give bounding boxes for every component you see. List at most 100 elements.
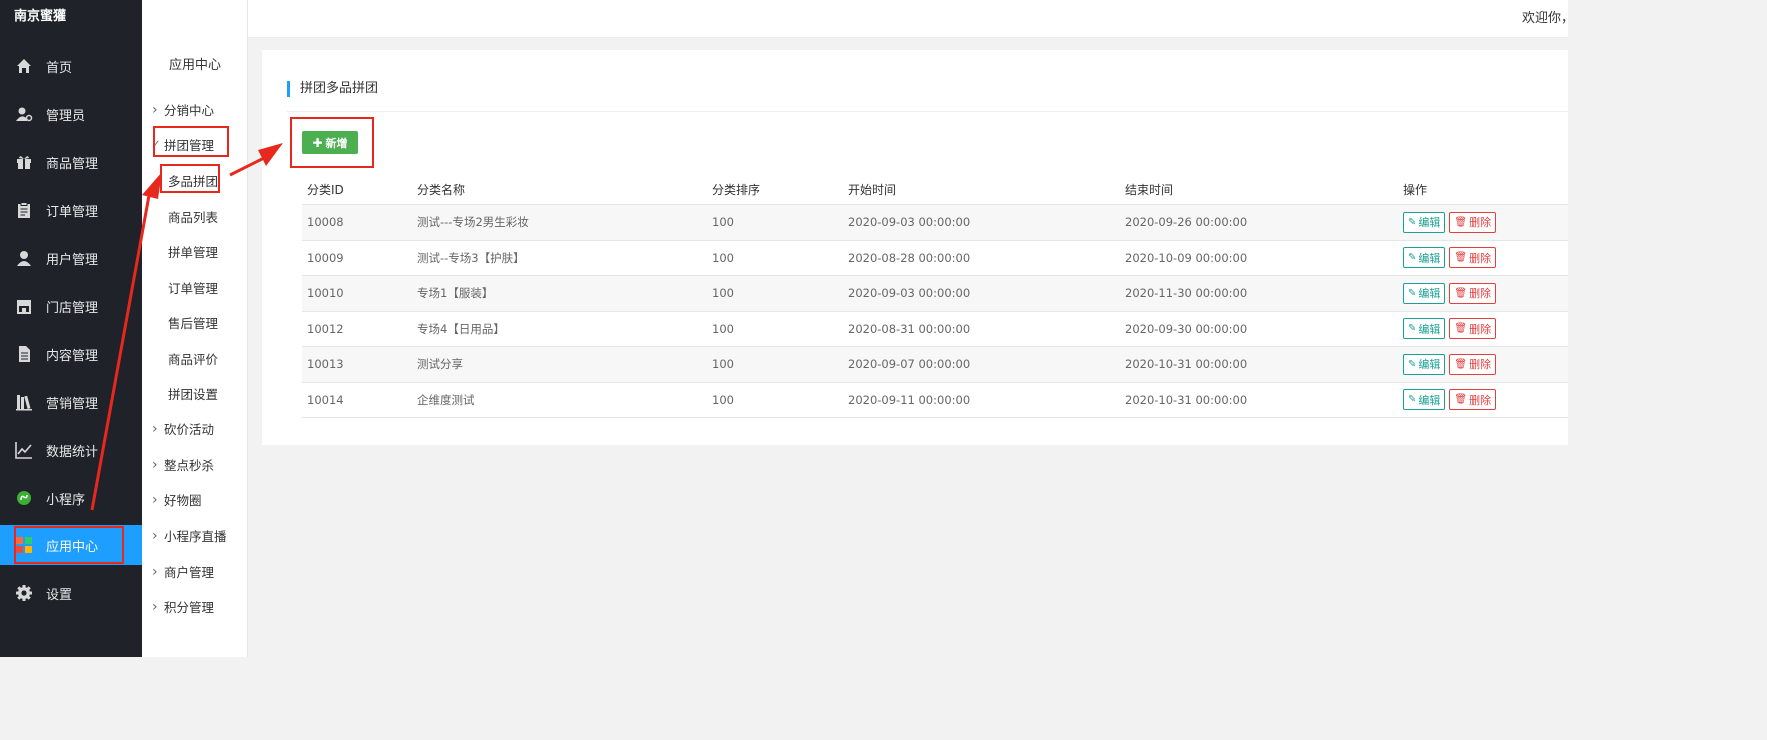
cell-actions: ✎ 编辑 🗑 删除: [1403, 383, 1500, 418]
cell-id: 10014: [307, 392, 344, 407]
title-divider: [287, 111, 1568, 112]
sidebar-item-3[interactable]: 订单管理: [0, 190, 142, 230]
sidebar-item-2[interactable]: 商品管理: [0, 142, 142, 182]
column-header-id: 分类ID: [307, 182, 344, 197]
delete-button-label: 删除: [1469, 251, 1492, 265]
cell-id: 10012: [307, 321, 344, 336]
table-row: 10014 企维度测试 100 2020-09-11 00:00:00 2020-10-…: [302, 383, 1568, 418]
trash-icon: 🗑: [1454, 394, 1468, 406]
submenu-group-3[interactable]: › 整点秒杀: [152, 455, 214, 474]
edit-button[interactable]: ✎ 编辑: [1403, 389, 1446, 411]
submenu-group-2[interactable]: › 砍价活动: [152, 419, 214, 438]
document-icon: [15, 345, 33, 363]
submenu-group-0[interactable]: › 分销中心: [152, 100, 214, 119]
submenu-item-0[interactable]: 多品拼团: [168, 171, 218, 190]
submenu-group-4[interactable]: › 好物圈: [152, 490, 202, 509]
submenu-group-5[interactable]: › 小程序直播: [152, 526, 227, 545]
pencil-icon: ✎: [1408, 216, 1417, 228]
gear-icon: [15, 584, 33, 602]
cell-name: 测试--专场3【护肤】: [417, 250, 525, 265]
cell-name: 专场4【日用品】: [417, 321, 505, 336]
delete-button-label: 删除: [1469, 287, 1492, 301]
pencil-icon: ✎: [1408, 358, 1417, 370]
cell-name: 测试---专场2男生彩妆: [417, 215, 529, 230]
sidebar-item-label: 管理员: [46, 108, 86, 124]
sidebar-item-9[interactable]: 小程序: [0, 478, 142, 518]
sidebar-item-0[interactable]: 首页: [0, 46, 142, 86]
table-body: 10008 测试---专场2男生彩妆 100 2020-09-03 00:00:00 2…: [302, 205, 1568, 418]
edit-button[interactable]: ✎ 编辑: [1403, 282, 1446, 304]
delete-button[interactable]: 🗑 删除: [1449, 247, 1497, 269]
main-sidebar: 南京蜜獾 首页 管理员 商品管理 订单管理 用户管理 门店管理 内容管理 营销管理 数据统计 小程…: [0, 0, 142, 657]
chevron-right-icon: ›: [152, 598, 158, 615]
trash-icon: 🗑: [1454, 252, 1468, 264]
cell-sort: 100: [712, 392, 734, 407]
cell-end-time: 2020-09-30 00:00:00: [1125, 321, 1248, 336]
column-header-name: 分类名称: [417, 182, 466, 197]
content-card: 拼团多品拼团 ✚ 新增 分类ID 分类名称 分类排序 开始时间 结束时间 操作 …: [262, 50, 1568, 445]
delete-button[interactable]: 🗑 删除: [1449, 389, 1497, 411]
app-center-submenu: 应用中心 › 分销中心 ✓ 拼团管理 › 砍价活动 › 整点秒杀 › 好物圈 › 小程序直播 › 商户管理…: [142, 0, 248, 657]
sidebar-item-label: 设置: [46, 587, 73, 603]
user-icon: [15, 249, 33, 267]
app-root: 南京蜜獾 首页 管理员 商品管理 订单管理 用户管理 门店管理 内容管理 营销管理 数据统计 小程…: [0, 0, 1574, 657]
submenu-group-label: 分销中心: [164, 103, 215, 118]
pencil-icon: ✎: [1408, 287, 1417, 299]
cell-end-time: 2020-10-09 00:00:00: [1125, 250, 1248, 265]
sidebar-item-8[interactable]: 数据统计: [0, 430, 142, 470]
sidebar-item-label: 订单管理: [46, 204, 99, 220]
submenu-group-6[interactable]: › 商户管理: [152, 562, 214, 581]
submenu-item-6[interactable]: 拼团设置: [168, 384, 218, 403]
sidebar-item-6[interactable]: 内容管理: [0, 334, 142, 374]
delete-button[interactable]: 🗑 删除: [1449, 282, 1497, 304]
edit-button[interactable]: ✎ 编辑: [1403, 353, 1446, 375]
cell-start-time: 2020-08-31 00:00:00: [848, 321, 971, 336]
submenu-group-label: 好物圈: [164, 493, 202, 508]
edit-button[interactable]: ✎ 编辑: [1403, 318, 1446, 340]
sidebar-item-11[interactable]: 设置: [0, 573, 142, 613]
chevron-right-icon: ›: [152, 491, 158, 508]
sidebar-item-label: 内容管理: [46, 348, 99, 364]
gift-icon: [15, 153, 33, 171]
edit-button-label: 编辑: [1418, 287, 1441, 301]
trash-icon: 🗑: [1454, 287, 1468, 299]
submenu-item-4[interactable]: 售后管理: [168, 313, 218, 332]
submenu-item-3[interactable]: 订单管理: [168, 278, 218, 297]
add-button-label: 新增: [325, 136, 348, 150]
line-chart-icon: [15, 441, 33, 459]
add-button[interactable]: ✚ 新增: [302, 131, 358, 154]
submenu-group-label: 商户管理: [164, 565, 215, 580]
chevron-right-icon: ›: [152, 527, 158, 544]
sidebar-item-label: 门店管理: [46, 300, 99, 316]
submenu-group-1[interactable]: ✓ 拼团管理: [152, 135, 214, 154]
edit-button-label: 编辑: [1418, 216, 1441, 230]
delete-button[interactable]: 🗑 删除: [1449, 211, 1497, 233]
cell-end-time: 2020-10-31 00:00:00: [1125, 392, 1248, 407]
cell-name: 测试分享: [417, 357, 463, 372]
edit-button-label: 编辑: [1418, 322, 1441, 336]
home-icon: [15, 57, 33, 75]
sidebar-item-4[interactable]: 用户管理: [0, 238, 142, 278]
cell-end-time: 2020-10-31 00:00:00: [1125, 357, 1248, 372]
delete-button[interactable]: 🗑 删除: [1449, 318, 1497, 340]
sidebar-item-7[interactable]: 营销管理: [0, 382, 142, 422]
sidebar-item-5[interactable]: 门店管理: [0, 286, 142, 326]
table-row: 10012 专场4【日用品】 100 2020-08-31 00:00:00 2020-…: [302, 312, 1568, 347]
sidebar-item-10[interactable]: 应用中心: [0, 525, 142, 565]
submenu-item-1[interactable]: 商品列表: [168, 207, 218, 226]
delete-button[interactable]: 🗑 删除: [1449, 353, 1497, 375]
edit-button[interactable]: ✎ 编辑: [1403, 211, 1446, 233]
store-icon: [15, 297, 33, 315]
cell-start-time: 2020-09-07 00:00:00: [848, 357, 971, 372]
edit-button[interactable]: ✎ 编辑: [1403, 247, 1446, 269]
submenu-item-2[interactable]: 拼单管理: [168, 242, 218, 261]
sidebar-item-label: 商品管理: [46, 156, 99, 172]
submenu-group-7[interactable]: › 积分管理: [152, 597, 214, 616]
sidebar-item-1[interactable]: 管理员: [0, 94, 142, 134]
sidebar-item-label: 营销管理: [46, 396, 99, 412]
submenu-item-5[interactable]: 商品评价: [168, 349, 218, 368]
sidebar-item-label: 用户管理: [46, 252, 99, 268]
plus-icon: ✚: [312, 135, 323, 150]
cell-id: 10008: [307, 215, 344, 230]
chevron-right-icon: ›: [152, 456, 158, 473]
